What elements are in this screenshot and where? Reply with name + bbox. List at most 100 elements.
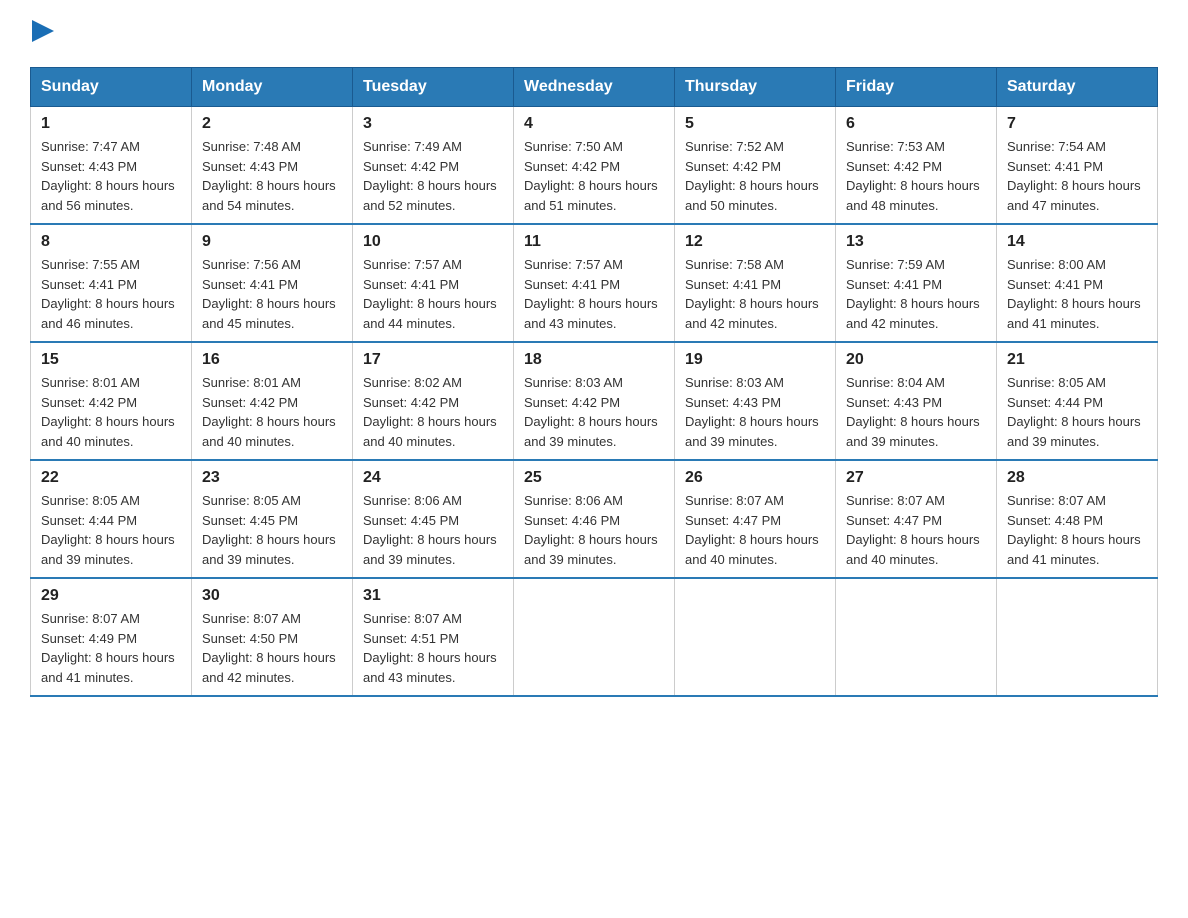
day-number: 28: [1007, 469, 1147, 487]
day-info: Sunrise: 7:57 AMSunset: 4:41 PMDaylight:…: [363, 255, 503, 333]
col-sunday: Sunday: [31, 68, 192, 107]
table-row: 17 Sunrise: 8:02 AMSunset: 4:42 PMDaylig…: [353, 342, 514, 460]
day-info: Sunrise: 8:06 AMSunset: 4:45 PMDaylight:…: [363, 491, 503, 569]
day-info: Sunrise: 8:03 AMSunset: 4:43 PMDaylight:…: [685, 373, 825, 451]
col-thursday: Thursday: [675, 68, 836, 107]
logo-arrow-icon: [32, 20, 54, 42]
table-row: 6 Sunrise: 7:53 AMSunset: 4:42 PMDayligh…: [836, 107, 997, 225]
table-row: [675, 578, 836, 696]
day-number: 6: [846, 115, 986, 133]
calendar-week-row: 29 Sunrise: 8:07 AMSunset: 4:49 PMDaylig…: [31, 578, 1158, 696]
day-number: 19: [685, 351, 825, 369]
table-row: [514, 578, 675, 696]
calendar-week-row: 8 Sunrise: 7:55 AMSunset: 4:41 PMDayligh…: [31, 224, 1158, 342]
day-number: 1: [41, 115, 181, 133]
day-info: Sunrise: 7:58 AMSunset: 4:41 PMDaylight:…: [685, 255, 825, 333]
day-number: 15: [41, 351, 181, 369]
day-info: Sunrise: 8:07 AMSunset: 4:47 PMDaylight:…: [685, 491, 825, 569]
table-row: 29 Sunrise: 8:07 AMSunset: 4:49 PMDaylig…: [31, 578, 192, 696]
day-number: 27: [846, 469, 986, 487]
day-number: 8: [41, 233, 181, 251]
table-row: 30 Sunrise: 8:07 AMSunset: 4:50 PMDaylig…: [192, 578, 353, 696]
logo: [30, 20, 54, 47]
day-info: Sunrise: 8:02 AMSunset: 4:42 PMDaylight:…: [363, 373, 503, 451]
day-info: Sunrise: 7:53 AMSunset: 4:42 PMDaylight:…: [846, 137, 986, 215]
day-number: 25: [524, 469, 664, 487]
table-row: [997, 578, 1158, 696]
day-info: Sunrise: 8:05 AMSunset: 4:44 PMDaylight:…: [1007, 373, 1147, 451]
col-monday: Monday: [192, 68, 353, 107]
calendar-week-row: 1 Sunrise: 7:47 AMSunset: 4:43 PMDayligh…: [31, 107, 1158, 225]
day-number: 9: [202, 233, 342, 251]
table-row: 31 Sunrise: 8:07 AMSunset: 4:51 PMDaylig…: [353, 578, 514, 696]
calendar-week-row: 15 Sunrise: 8:01 AMSunset: 4:42 PMDaylig…: [31, 342, 1158, 460]
day-info: Sunrise: 8:07 AMSunset: 4:48 PMDaylight:…: [1007, 491, 1147, 569]
day-number: 26: [685, 469, 825, 487]
day-info: Sunrise: 7:49 AMSunset: 4:42 PMDaylight:…: [363, 137, 503, 215]
col-wednesday: Wednesday: [514, 68, 675, 107]
table-row: 13 Sunrise: 7:59 AMSunset: 4:41 PMDaylig…: [836, 224, 997, 342]
table-row: 28 Sunrise: 8:07 AMSunset: 4:48 PMDaylig…: [997, 460, 1158, 578]
day-info: Sunrise: 7:55 AMSunset: 4:41 PMDaylight:…: [41, 255, 181, 333]
table-row: 10 Sunrise: 7:57 AMSunset: 4:41 PMDaylig…: [353, 224, 514, 342]
day-info: Sunrise: 8:05 AMSunset: 4:44 PMDaylight:…: [41, 491, 181, 569]
table-row: 15 Sunrise: 8:01 AMSunset: 4:42 PMDaylig…: [31, 342, 192, 460]
day-number: 5: [685, 115, 825, 133]
day-info: Sunrise: 8:07 AMSunset: 4:47 PMDaylight:…: [846, 491, 986, 569]
table-row: 14 Sunrise: 8:00 AMSunset: 4:41 PMDaylig…: [997, 224, 1158, 342]
table-row: 1 Sunrise: 7:47 AMSunset: 4:43 PMDayligh…: [31, 107, 192, 225]
day-number: 4: [524, 115, 664, 133]
day-number: 2: [202, 115, 342, 133]
day-info: Sunrise: 8:07 AMSunset: 4:49 PMDaylight:…: [41, 609, 181, 687]
day-info: Sunrise: 7:50 AMSunset: 4:42 PMDaylight:…: [524, 137, 664, 215]
table-row: 12 Sunrise: 7:58 AMSunset: 4:41 PMDaylig…: [675, 224, 836, 342]
day-info: Sunrise: 8:03 AMSunset: 4:42 PMDaylight:…: [524, 373, 664, 451]
day-number: 29: [41, 587, 181, 605]
day-info: Sunrise: 8:00 AMSunset: 4:41 PMDaylight:…: [1007, 255, 1147, 333]
table-row: 11 Sunrise: 7:57 AMSunset: 4:41 PMDaylig…: [514, 224, 675, 342]
day-number: 17: [363, 351, 503, 369]
calendar-header-row: Sunday Monday Tuesday Wednesday Thursday…: [31, 68, 1158, 107]
day-number: 20: [846, 351, 986, 369]
col-saturday: Saturday: [997, 68, 1158, 107]
day-info: Sunrise: 7:56 AMSunset: 4:41 PMDaylight:…: [202, 255, 342, 333]
table-row: 20 Sunrise: 8:04 AMSunset: 4:43 PMDaylig…: [836, 342, 997, 460]
table-row: 5 Sunrise: 7:52 AMSunset: 4:42 PMDayligh…: [675, 107, 836, 225]
col-tuesday: Tuesday: [353, 68, 514, 107]
day-info: Sunrise: 8:05 AMSunset: 4:45 PMDaylight:…: [202, 491, 342, 569]
day-info: Sunrise: 7:52 AMSunset: 4:42 PMDaylight:…: [685, 137, 825, 215]
day-info: Sunrise: 7:48 AMSunset: 4:43 PMDaylight:…: [202, 137, 342, 215]
day-number: 24: [363, 469, 503, 487]
table-row: 21 Sunrise: 8:05 AMSunset: 4:44 PMDaylig…: [997, 342, 1158, 460]
table-row: 27 Sunrise: 8:07 AMSunset: 4:47 PMDaylig…: [836, 460, 997, 578]
table-row: 2 Sunrise: 7:48 AMSunset: 4:43 PMDayligh…: [192, 107, 353, 225]
table-row: 25 Sunrise: 8:06 AMSunset: 4:46 PMDaylig…: [514, 460, 675, 578]
table-row: 24 Sunrise: 8:06 AMSunset: 4:45 PMDaylig…: [353, 460, 514, 578]
table-row: 26 Sunrise: 8:07 AMSunset: 4:47 PMDaylig…: [675, 460, 836, 578]
calendar-week-row: 22 Sunrise: 8:05 AMSunset: 4:44 PMDaylig…: [31, 460, 1158, 578]
day-number: 3: [363, 115, 503, 133]
day-info: Sunrise: 8:01 AMSunset: 4:42 PMDaylight:…: [41, 373, 181, 451]
table-row: 3 Sunrise: 7:49 AMSunset: 4:42 PMDayligh…: [353, 107, 514, 225]
day-info: Sunrise: 7:54 AMSunset: 4:41 PMDaylight:…: [1007, 137, 1147, 215]
day-info: Sunrise: 8:01 AMSunset: 4:42 PMDaylight:…: [202, 373, 342, 451]
day-number: 7: [1007, 115, 1147, 133]
day-info: Sunrise: 7:47 AMSunset: 4:43 PMDaylight:…: [41, 137, 181, 215]
day-number: 21: [1007, 351, 1147, 369]
day-number: 22: [41, 469, 181, 487]
day-info: Sunrise: 7:59 AMSunset: 4:41 PMDaylight:…: [846, 255, 986, 333]
calendar-table: Sunday Monday Tuesday Wednesday Thursday…: [30, 67, 1158, 697]
table-row: [836, 578, 997, 696]
table-row: 4 Sunrise: 7:50 AMSunset: 4:42 PMDayligh…: [514, 107, 675, 225]
day-info: Sunrise: 8:06 AMSunset: 4:46 PMDaylight:…: [524, 491, 664, 569]
day-number: 14: [1007, 233, 1147, 251]
day-info: Sunrise: 7:57 AMSunset: 4:41 PMDaylight:…: [524, 255, 664, 333]
day-info: Sunrise: 8:04 AMSunset: 4:43 PMDaylight:…: [846, 373, 986, 451]
table-row: 8 Sunrise: 7:55 AMSunset: 4:41 PMDayligh…: [31, 224, 192, 342]
table-row: 23 Sunrise: 8:05 AMSunset: 4:45 PMDaylig…: [192, 460, 353, 578]
col-friday: Friday: [836, 68, 997, 107]
day-number: 18: [524, 351, 664, 369]
day-number: 12: [685, 233, 825, 251]
table-row: 9 Sunrise: 7:56 AMSunset: 4:41 PMDayligh…: [192, 224, 353, 342]
table-row: 19 Sunrise: 8:03 AMSunset: 4:43 PMDaylig…: [675, 342, 836, 460]
